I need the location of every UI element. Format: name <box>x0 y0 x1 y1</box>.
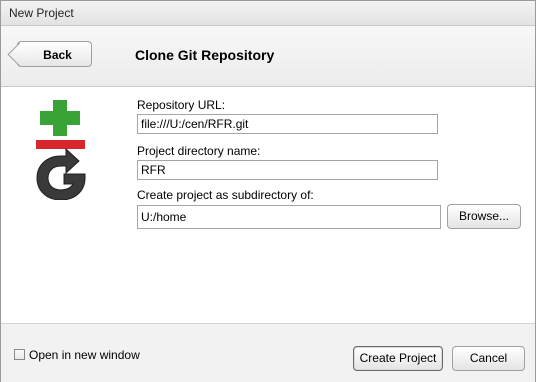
window-title: New Project <box>9 6 74 20</box>
browse-button[interactable]: Browse... <box>447 204 521 229</box>
git-plus-horizontal <box>40 111 80 125</box>
dir-name-input[interactable] <box>137 160 438 180</box>
repo-url-label: Repository URL: <box>137 98 226 112</box>
git-g-shape <box>36 147 86 200</box>
window-titlebar: New Project <box>1 1 535 26</box>
git-logo-icon <box>36 100 86 200</box>
back-button-label: Back <box>43 48 72 62</box>
page-title: Clone Git Repository <box>135 47 275 63</box>
new-project-dialog: New Project Back Clone Git Repository Re… <box>0 0 536 382</box>
open-new-window-checkbox[interactable] <box>14 349 25 360</box>
git-minus <box>36 140 85 149</box>
subdir-label: Create project as subdirectory of: <box>137 188 314 202</box>
cancel-button[interactable]: Cancel <box>452 346 525 371</box>
create-project-button[interactable]: Create Project <box>353 346 443 371</box>
subdir-input[interactable] <box>137 205 441 229</box>
open-new-window-label[interactable]: Open in new window <box>29 348 140 362</box>
repo-url-input[interactable] <box>137 114 438 134</box>
dir-name-label: Project directory name: <box>137 144 261 158</box>
back-button[interactable]: Back <box>17 41 92 67</box>
